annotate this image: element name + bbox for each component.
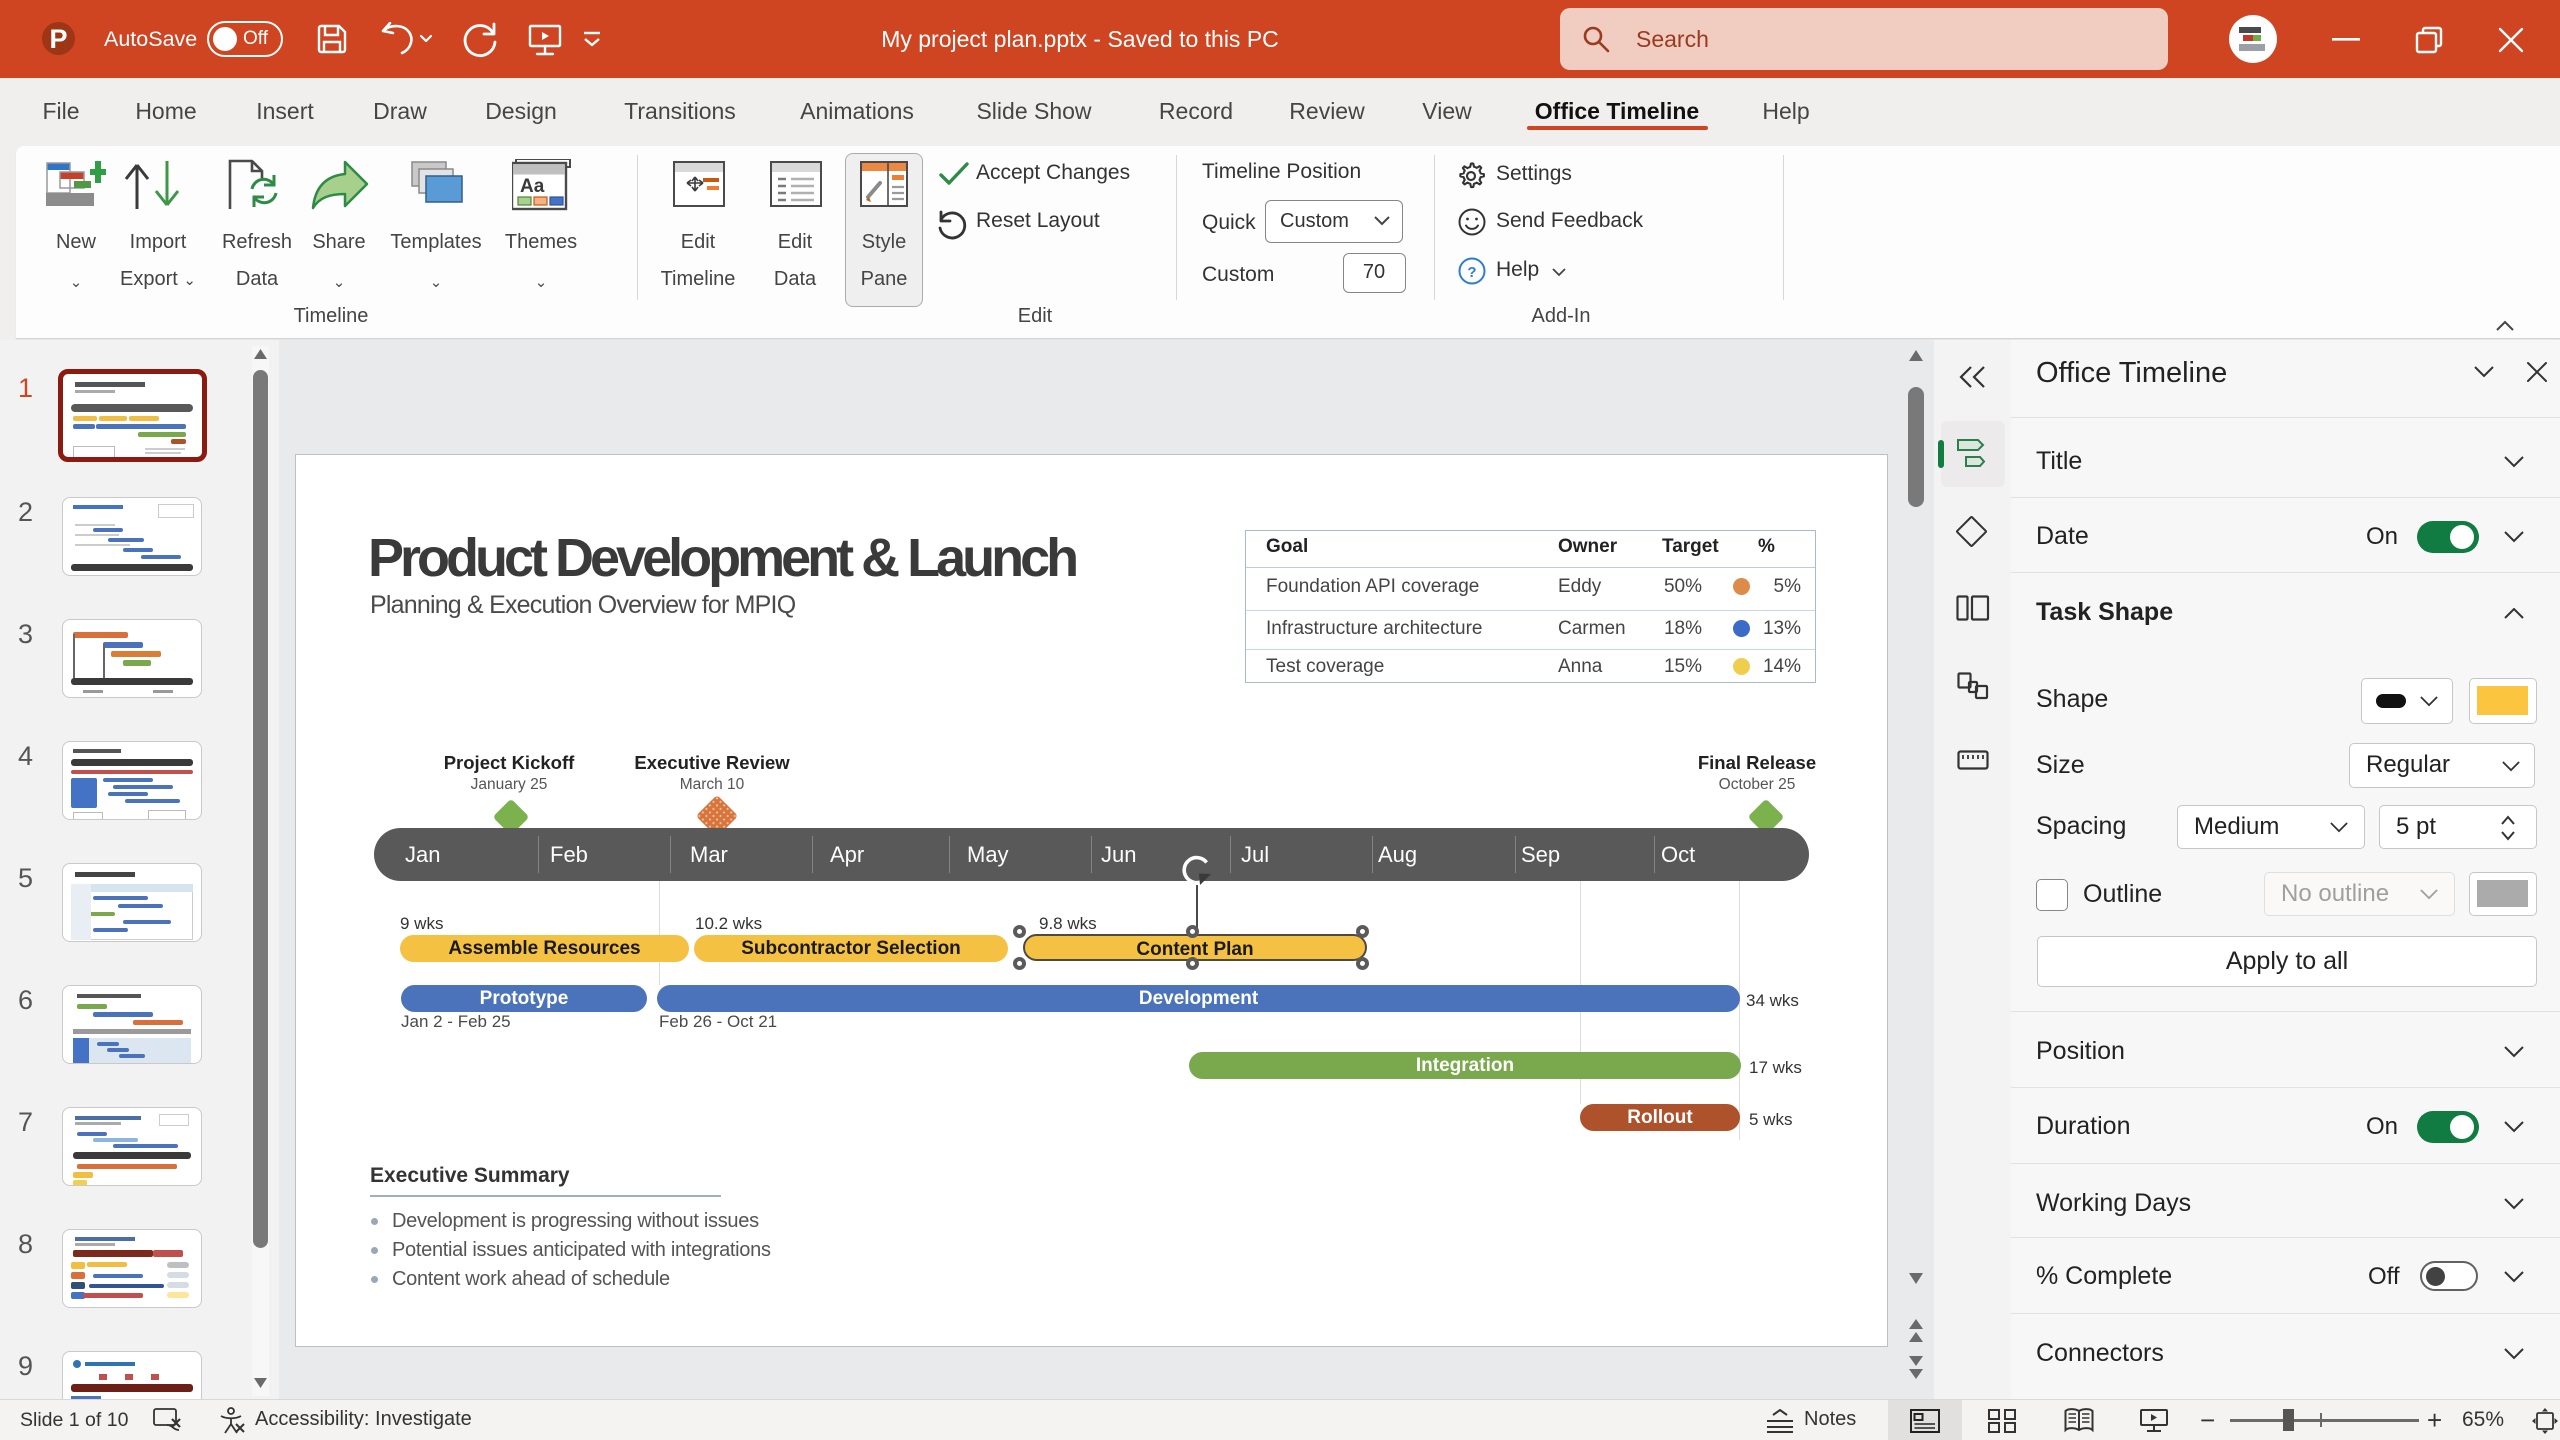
svg-text:Aa: Aa: [520, 176, 545, 197]
svg-text:?: ?: [1467, 264, 1476, 281]
